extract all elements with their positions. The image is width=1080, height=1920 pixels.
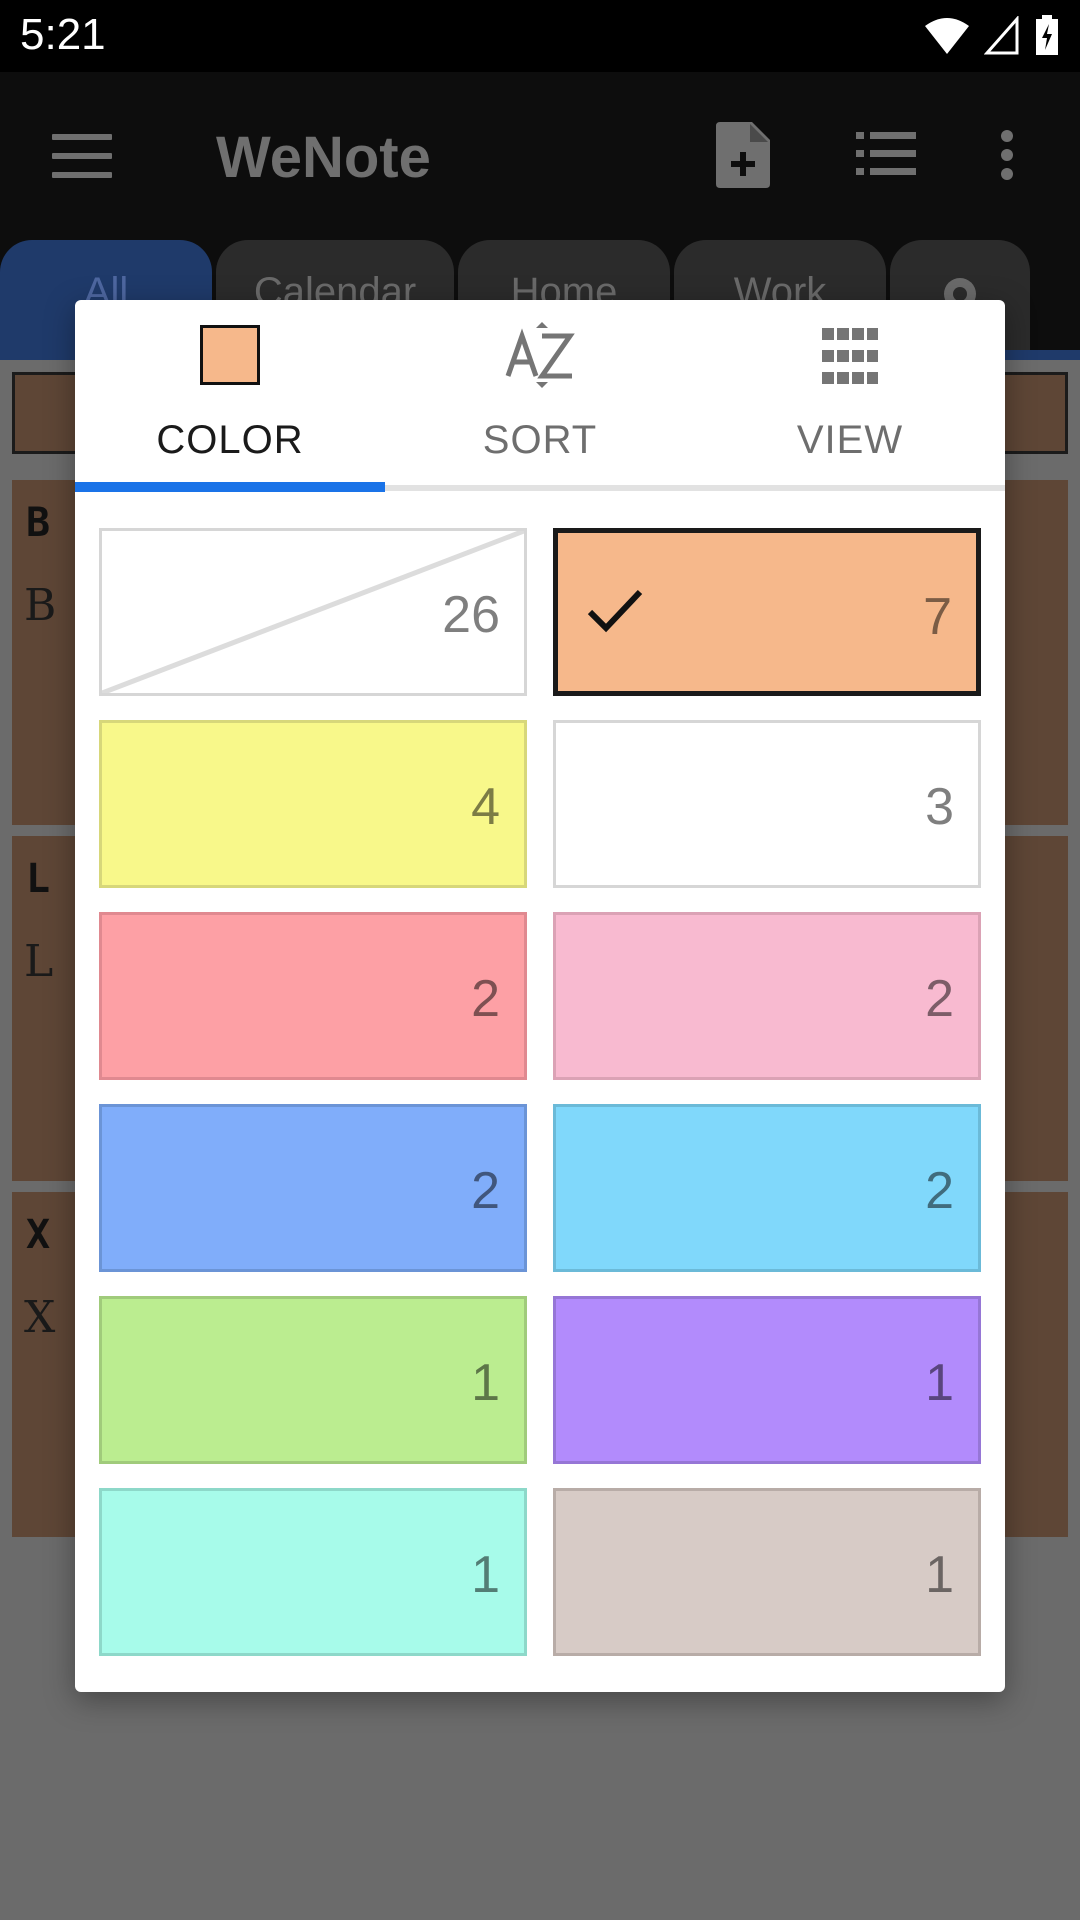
color-grid: 26 7 4 3 2 2 2 2 1 1 1 1 [99,528,981,1656]
swatch-count: 26 [442,586,500,644]
color-swatch-white[interactable]: 3 [553,720,981,888]
wifi-icon [925,18,969,54]
note-title: B [26,500,51,546]
color-swatch-cyan[interactable]: 2 [553,1104,981,1272]
swatch-count: 2 [471,1162,500,1220]
swatch-count: 1 [471,1546,500,1604]
color-swatch-green[interactable]: 1 [99,1296,527,1464]
color-swatch-icon [200,325,260,385]
color-swatch-red[interactable]: 2 [99,912,527,1080]
app-title: WeNote [216,125,431,190]
tab-sort-label: SORT [482,418,598,462]
color-swatch-purple[interactable]: 1 [553,1296,981,1464]
color-swatch-blue[interactable]: 2 [99,1104,527,1272]
checkmark-icon [587,589,643,633]
filter-dialog: COLOR SORT VIEW 26 7 4 3 2 2 2 2 1 1 1 1 [75,300,1005,1692]
grid-view-icon [822,328,878,384]
swatch-count: 2 [471,970,500,1028]
color-swatch-taupe[interactable]: 1 [553,1488,981,1656]
status-time: 5:21 [20,10,106,59]
tab-color[interactable]: COLOR [75,300,385,490]
signal-icon [984,16,1019,55]
add-note-icon[interactable] [716,122,770,188]
swatch-count: 4 [471,778,500,836]
tab-view[interactable]: VIEW [695,300,1005,490]
note-title: X [26,1212,51,1258]
note-title: L [26,856,51,902]
tab-color-label: COLOR [156,418,304,462]
tab-sort[interactable]: SORT [385,300,695,490]
tab-active-indicator [75,482,385,492]
list-view-icon[interactable] [856,130,916,176]
note-body: L [24,936,54,987]
color-swatch-aqua[interactable]: 1 [99,1488,527,1656]
color-swatch-orange[interactable]: 7 [553,528,981,696]
color-swatch-yellow[interactable]: 4 [99,720,527,888]
sort-az-icon [505,322,575,388]
tab-view-label: VIEW [796,418,904,462]
swatch-count: 1 [471,1354,500,1412]
more-vert-icon[interactable] [1000,130,1014,180]
dialog-tabs: COLOR SORT VIEW [75,300,1005,495]
app-bar: WeNote [0,72,1080,242]
menu-icon[interactable] [52,134,112,178]
color-swatch-no-color[interactable]: 26 [99,528,527,696]
swatch-count: 2 [925,970,954,1028]
note-body: B [24,580,57,631]
status-bar: 5:21 [0,0,1080,72]
swatch-count: 7 [923,588,952,646]
swatch-count: 2 [925,1162,954,1220]
status-icons [924,14,1060,58]
swatch-count: 1 [925,1354,954,1412]
battery-charging-icon [1036,15,1058,55]
color-swatch-pink[interactable]: 2 [553,912,981,1080]
swatch-count: 1 [925,1546,954,1604]
note-body: X [24,1292,56,1343]
swatch-count: 3 [925,778,954,836]
